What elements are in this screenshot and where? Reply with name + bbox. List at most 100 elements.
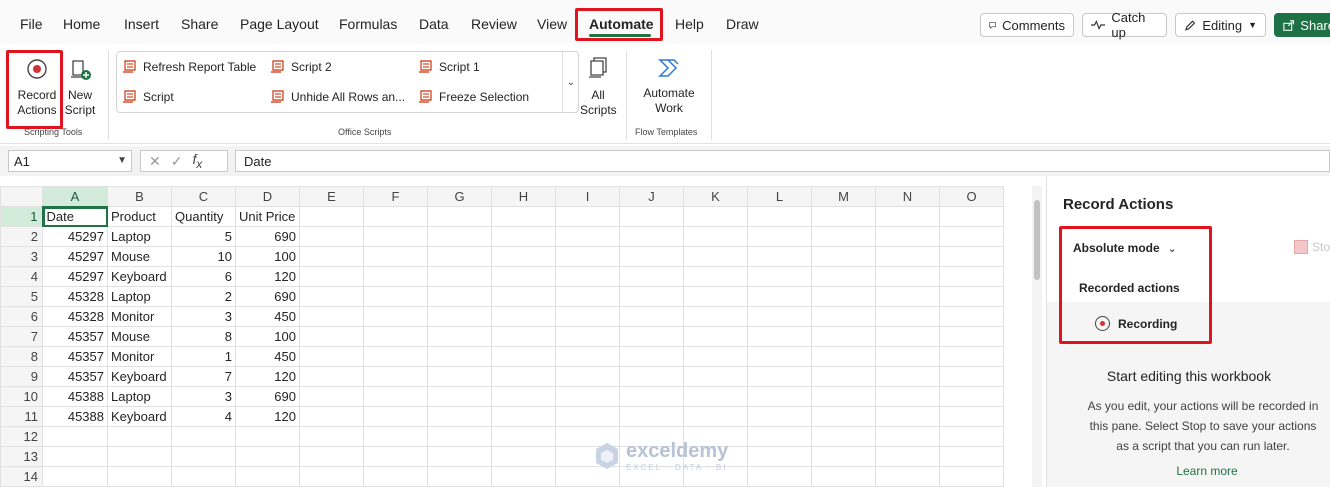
cell[interactable]: 6 [171, 266, 236, 287]
cell[interactable] [491, 386, 556, 407]
scrollbar-thumb[interactable] [1034, 200, 1040, 280]
column-header-g[interactable]: G [427, 186, 492, 207]
cell[interactable] [875, 226, 940, 247]
cell[interactable] [811, 446, 876, 467]
cell[interactable] [939, 266, 1004, 287]
cell[interactable] [555, 246, 620, 267]
column-header-l[interactable]: L [747, 186, 812, 207]
script-item-freeze-selection[interactable]: Freeze Selection [418, 89, 529, 105]
cell[interactable] [299, 406, 364, 427]
cell[interactable]: Monitor [107, 346, 172, 367]
cell[interactable]: 450 [235, 346, 300, 367]
menu-share[interactable]: Share [181, 16, 218, 32]
cell[interactable]: Keyboard [107, 366, 172, 387]
script-item-refresh-report-table[interactable]: Refresh Report Table [122, 59, 256, 75]
cell[interactable] [555, 386, 620, 407]
cell[interactable] [427, 266, 492, 287]
cancel-icon[interactable]: ✕ [149, 153, 161, 170]
cell[interactable]: 690 [235, 286, 300, 307]
cell[interactable] [427, 346, 492, 367]
cell[interactable] [491, 466, 556, 487]
cell[interactable] [491, 346, 556, 367]
cell[interactable]: Mouse [107, 246, 172, 267]
cell[interactable] [619, 246, 684, 267]
cell[interactable] [939, 386, 1004, 407]
cell[interactable]: 45357 [42, 366, 108, 387]
cell[interactable] [747, 226, 812, 247]
row-header[interactable]: 5 [0, 286, 43, 307]
column-header-h[interactable]: H [491, 186, 556, 207]
row-header[interactable]: 4 [0, 266, 43, 287]
cell[interactable] [747, 346, 812, 367]
cell[interactable] [107, 466, 172, 487]
row-header[interactable]: 8 [0, 346, 43, 367]
cell[interactable] [299, 466, 364, 487]
cell[interactable] [299, 366, 364, 387]
cell[interactable] [427, 426, 492, 447]
cell[interactable]: 690 [235, 226, 300, 247]
cell[interactable]: 45297 [42, 266, 108, 287]
cell[interactable] [811, 246, 876, 267]
cell[interactable] [619, 366, 684, 387]
cell[interactable]: 120 [235, 406, 300, 427]
cell[interactable]: Product [107, 206, 172, 227]
cell[interactable]: 7 [171, 366, 236, 387]
cell[interactable] [555, 346, 620, 367]
cell[interactable]: Monitor [107, 306, 172, 327]
cell[interactable] [427, 286, 492, 307]
cell[interactable] [363, 206, 428, 227]
menu-data[interactable]: Data [419, 16, 449, 32]
cell[interactable] [747, 386, 812, 407]
cell[interactable] [683, 306, 748, 327]
cell[interactable] [299, 226, 364, 247]
cell[interactable] [363, 386, 428, 407]
cell[interactable] [427, 406, 492, 427]
column-header-j[interactable]: J [619, 186, 684, 207]
cell[interactable] [619, 386, 684, 407]
cell[interactable] [747, 306, 812, 327]
cell[interactable] [427, 386, 492, 407]
cell[interactable]: 45297 [42, 246, 108, 267]
cell[interactable] [683, 366, 748, 387]
cell[interactable] [619, 326, 684, 347]
cell[interactable] [939, 246, 1004, 267]
cell[interactable] [747, 466, 812, 487]
cell[interactable] [811, 266, 876, 287]
cell[interactable]: 4 [171, 406, 236, 427]
row-header[interactable]: 6 [0, 306, 43, 327]
cell[interactable] [939, 466, 1004, 487]
menu-insert[interactable]: Insert [124, 16, 159, 32]
cell[interactable] [875, 286, 940, 307]
cell[interactable]: 45388 [42, 386, 108, 407]
cell[interactable] [491, 366, 556, 387]
row-header[interactable]: 7 [0, 326, 43, 347]
cell[interactable] [299, 346, 364, 367]
row-header[interactable]: 12 [0, 426, 43, 447]
row-header[interactable]: 14 [0, 466, 43, 487]
cell[interactable] [555, 306, 620, 327]
cell[interactable]: Mouse [107, 326, 172, 347]
editing-mode-button[interactable]: Editing ▼ [1175, 13, 1266, 37]
cell[interactable] [491, 426, 556, 447]
cell[interactable]: 45297 [42, 226, 108, 247]
cell[interactable] [171, 426, 236, 447]
cell[interactable] [491, 246, 556, 267]
column-header-n[interactable]: N [875, 186, 940, 207]
row-header[interactable]: 9 [0, 366, 43, 387]
cell[interactable] [235, 426, 300, 447]
menu-file[interactable]: File [20, 16, 43, 32]
cell[interactable]: 45328 [42, 286, 108, 307]
cell[interactable] [491, 406, 556, 427]
cell[interactable] [299, 326, 364, 347]
cell[interactable]: 120 [235, 266, 300, 287]
cell[interactable] [747, 326, 812, 347]
cell[interactable] [939, 326, 1004, 347]
stop-button[interactable]: Stop [1294, 240, 1330, 254]
cell[interactable]: Quantity [171, 206, 236, 227]
cell[interactable] [619, 206, 684, 227]
cell[interactable] [427, 226, 492, 247]
catch-up-button[interactable]: Catch up [1082, 10, 1167, 40]
cell[interactable] [619, 306, 684, 327]
cell[interactable] [491, 306, 556, 327]
cell[interactable] [683, 346, 748, 367]
